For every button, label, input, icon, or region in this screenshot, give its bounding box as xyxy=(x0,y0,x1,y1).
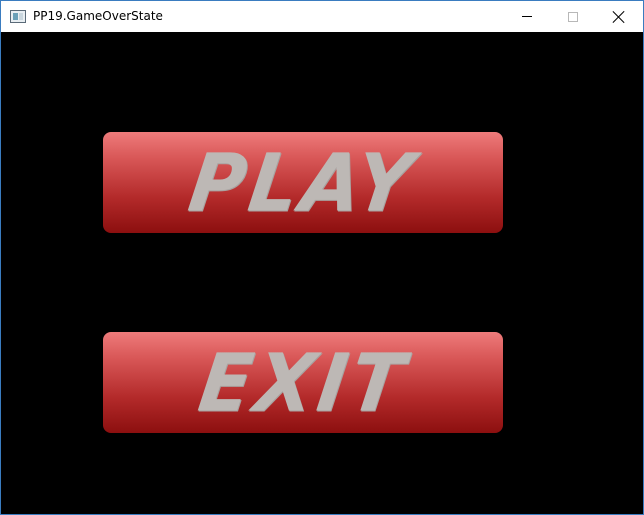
app-window-icon[interactable] xyxy=(10,10,26,23)
app-icon-pane-right xyxy=(19,13,23,20)
close-icon xyxy=(613,11,625,23)
app-icon-pane-left xyxy=(13,13,18,20)
exit-button[interactable]: EXIT xyxy=(103,332,503,433)
minimize-button[interactable] xyxy=(504,1,550,32)
minimize-icon xyxy=(522,16,532,17)
play-button[interactable]: PLAY xyxy=(103,132,503,233)
title-bar[interactable]: PP19.GameOverState xyxy=(1,1,643,32)
close-button[interactable] xyxy=(596,1,642,32)
exit-button-label: EXIT xyxy=(193,335,413,429)
window-title: PP19.GameOverState xyxy=(33,9,163,23)
app-window: PP19.GameOverState PLAY EXIT xyxy=(0,0,644,515)
maximize-button[interactable] xyxy=(550,1,596,32)
maximize-icon xyxy=(568,11,578,22)
game-canvas: PLAY EXIT xyxy=(1,32,643,514)
play-button-label: PLAY xyxy=(183,135,423,229)
